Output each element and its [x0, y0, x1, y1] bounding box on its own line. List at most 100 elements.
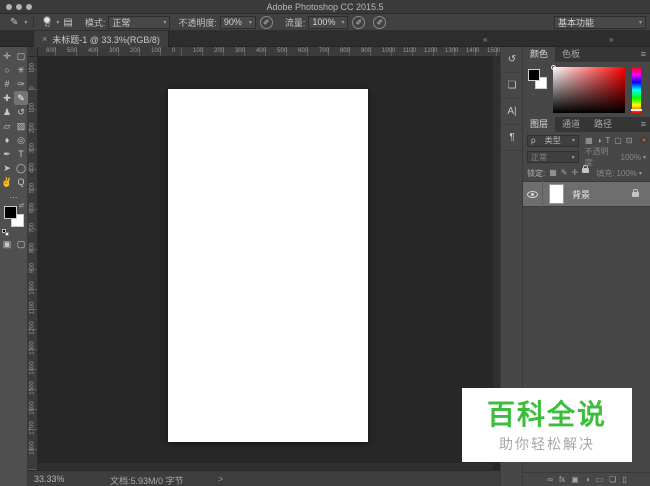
pressure-opacity-button[interactable]: ✐ — [260, 16, 273, 29]
move-tool[interactable]: ✛ — [0, 49, 14, 63]
blend-mode-select[interactable]: 正常 ▾ — [108, 16, 170, 29]
ruler-label: 1000 — [382, 48, 395, 54]
shape-tool[interactable]: ◯ — [14, 161, 28, 175]
workspace-select[interactable]: 基本功能 ▾ — [554, 16, 646, 29]
filter-shape-layers-icon[interactable]: ▢ — [614, 136, 622, 146]
new-layer-button[interactable]: ❏ — [609, 475, 616, 485]
brush-preset-picker[interactable]: 42 — [40, 16, 54, 29]
tab-channels[interactable]: 通道 — [555, 117, 587, 132]
filter-type-layers-icon[interactable]: T — [605, 136, 610, 146]
panel-foreground-swatch[interactable] — [528, 69, 540, 81]
layer-thumbnail[interactable] — [549, 184, 564, 204]
color-swatches: ⇄ — [2, 205, 26, 235]
filter-smart-objects-icon[interactable]: ⊡ — [626, 136, 633, 146]
lock-all-icon[interactable] — [582, 168, 589, 173]
ruler-label: 300 — [30, 141, 36, 156]
panel-menu-icon[interactable]: ≡ — [641, 117, 646, 132]
close-tab-icon[interactable]: × — [42, 34, 47, 44]
path-selection-tool[interactable]: ➤ — [0, 161, 14, 175]
eraser-tool[interactable]: ▱ — [0, 119, 14, 133]
tab-paths[interactable]: 路径 — [587, 117, 619, 132]
adjustment-layer-button[interactable]: ◑ — [585, 475, 590, 485]
ruler-label: 600 — [46, 48, 56, 54]
layers-blend-mode-select[interactable]: 正常 ▾ — [527, 151, 579, 163]
pressure-size-button[interactable]: ✐ — [373, 16, 386, 29]
layers-opacity-value[interactable]: 100% — [621, 153, 641, 162]
lock-position-icon[interactable]: ✛ — [572, 168, 579, 178]
opacity-value: 90% — [224, 17, 242, 27]
status-options-chevron-icon[interactable]: > — [218, 474, 223, 484]
eyedropper-tool[interactable]: ✑ — [14, 77, 28, 91]
expand-icon-strip-arrows[interactable]: « — [483, 35, 486, 44]
canvas-area[interactable]: 6005004003002001000100200300400500600700… — [28, 47, 500, 470]
new-group-button[interactable]: ▭ — [596, 475, 604, 485]
libraries-panel-icon[interactable]: ❏ — [501, 73, 523, 99]
horizontal-scrollbar[interactable] — [38, 463, 493, 470]
hand-tool[interactable]: ✌ — [0, 175, 14, 189]
tab-layers[interactable]: 图层 — [523, 117, 555, 132]
chevron-down-icon: ▾ — [163, 19, 166, 26]
zoom-level-field[interactable]: 33.33% — [34, 474, 65, 484]
ruler-label: 1200 — [30, 321, 36, 336]
lock-pixels-icon[interactable]: ✎ — [561, 168, 568, 178]
vertical-ruler[interactable]: 1000100200300400500600700800900100011001… — [28, 57, 38, 470]
ruler-label: 0 — [30, 81, 36, 96]
foreground-color-swatch[interactable] — [4, 206, 17, 219]
filter-toggle-icon[interactable] — [641, 137, 647, 143]
document-tab[interactable]: × 未标题-1 @ 33.3%(RGB/8) — [34, 31, 169, 47]
history-panel-icon[interactable]: ↺ — [501, 47, 523, 73]
toggle-brush-panel-button[interactable]: ▤ — [63, 17, 72, 28]
gradient-tool[interactable]: ▨ — [14, 119, 28, 133]
healing-brush-tool[interactable]: ✚ — [0, 91, 14, 105]
type-tool[interactable]: T — [14, 147, 28, 161]
history-brush-tool[interactable]: ↺ — [14, 105, 28, 119]
pen-tool[interactable]: ✒ — [0, 147, 14, 161]
document-canvas[interactable] — [168, 89, 368, 442]
quick-mask-button[interactable]: ▣ — [3, 239, 12, 250]
ruler-label: 1600 — [30, 401, 36, 416]
opacity-select[interactable]: 90% ▾ — [220, 16, 256, 29]
brush-tool[interactable]: ✎ — [14, 91, 28, 105]
horizontal-ruler[interactable]: 6005004003002001000100200300400500600700… — [38, 47, 500, 57]
airbrush-button[interactable]: ✐ — [352, 16, 365, 29]
edit-toolbar-button[interactable]: ⋯ — [0, 193, 28, 202]
filter-adjustment-layers-icon[interactable]: ◑ — [597, 136, 602, 146]
layer-filter-select[interactable]: ρ 类型 ▾ — [527, 135, 579, 147]
default-colors-icon[interactable] — [2, 229, 10, 237]
panel-menu-icon[interactable]: ≡ — [641, 47, 646, 62]
layers-blend-mode-value: 正常 — [531, 152, 547, 163]
marquee-tool[interactable]: ▢ — [14, 49, 28, 63]
brush-preset-caret-icon[interactable]: ▾ — [56, 19, 59, 26]
layer-visibility-cell[interactable] — [523, 181, 543, 207]
layer-style-button[interactable]: fx — [559, 475, 565, 485]
filter-pixel-layers-icon[interactable]: ▦ — [585, 136, 593, 146]
lock-transparency-icon[interactable]: ▦ — [549, 168, 557, 178]
tab-swatches[interactable]: 色板 — [555, 47, 587, 62]
watermark-subtitle: 助你轻松解决 — [462, 434, 632, 454]
collapse-dock-arrows[interactable]: » — [609, 35, 612, 44]
background-layer-row[interactable]: 背景 — [523, 181, 650, 207]
layer-mask-button[interactable]: ▣ — [571, 475, 579, 485]
paragraph-panel-icon[interactable]: ¶ — [501, 125, 523, 151]
crop-tool[interactable]: # — [0, 77, 14, 91]
swap-colors-icon[interactable]: ⇄ — [19, 202, 24, 209]
clone-stamp-tool[interactable]: ♟ — [0, 105, 14, 119]
tab-color[interactable]: 颜色 — [523, 47, 555, 62]
ruler-label: 500 — [277, 48, 287, 54]
dodge-tool[interactable]: ◎ — [14, 133, 28, 147]
blur-tool[interactable]: ♦ — [0, 133, 14, 147]
screen-mode-button[interactable]: ▢ — [17, 239, 26, 250]
delete-layer-button[interactable]: ▯ — [622, 475, 626, 485]
hue-slider-marker — [631, 109, 642, 111]
current-tool-icon[interactable]: ✎ — [10, 17, 18, 28]
zoom-tool[interactable]: Q — [14, 175, 28, 189]
saturation-brightness-picker[interactable] — [553, 67, 625, 113]
flow-select[interactable]: 100% ▾ — [308, 16, 348, 29]
character-panel-icon[interactable]: A| — [501, 99, 523, 125]
fill-value[interactable]: 100% — [616, 169, 636, 178]
hue-slider[interactable] — [632, 67, 641, 113]
quick-selection-tool[interactable]: ✳ — [14, 63, 28, 77]
tool-preset-caret-icon[interactable]: ▾ — [24, 19, 27, 26]
lasso-tool[interactable]: ○ — [0, 63, 14, 77]
link-layers-button[interactable]: ∞ — [547, 475, 553, 485]
